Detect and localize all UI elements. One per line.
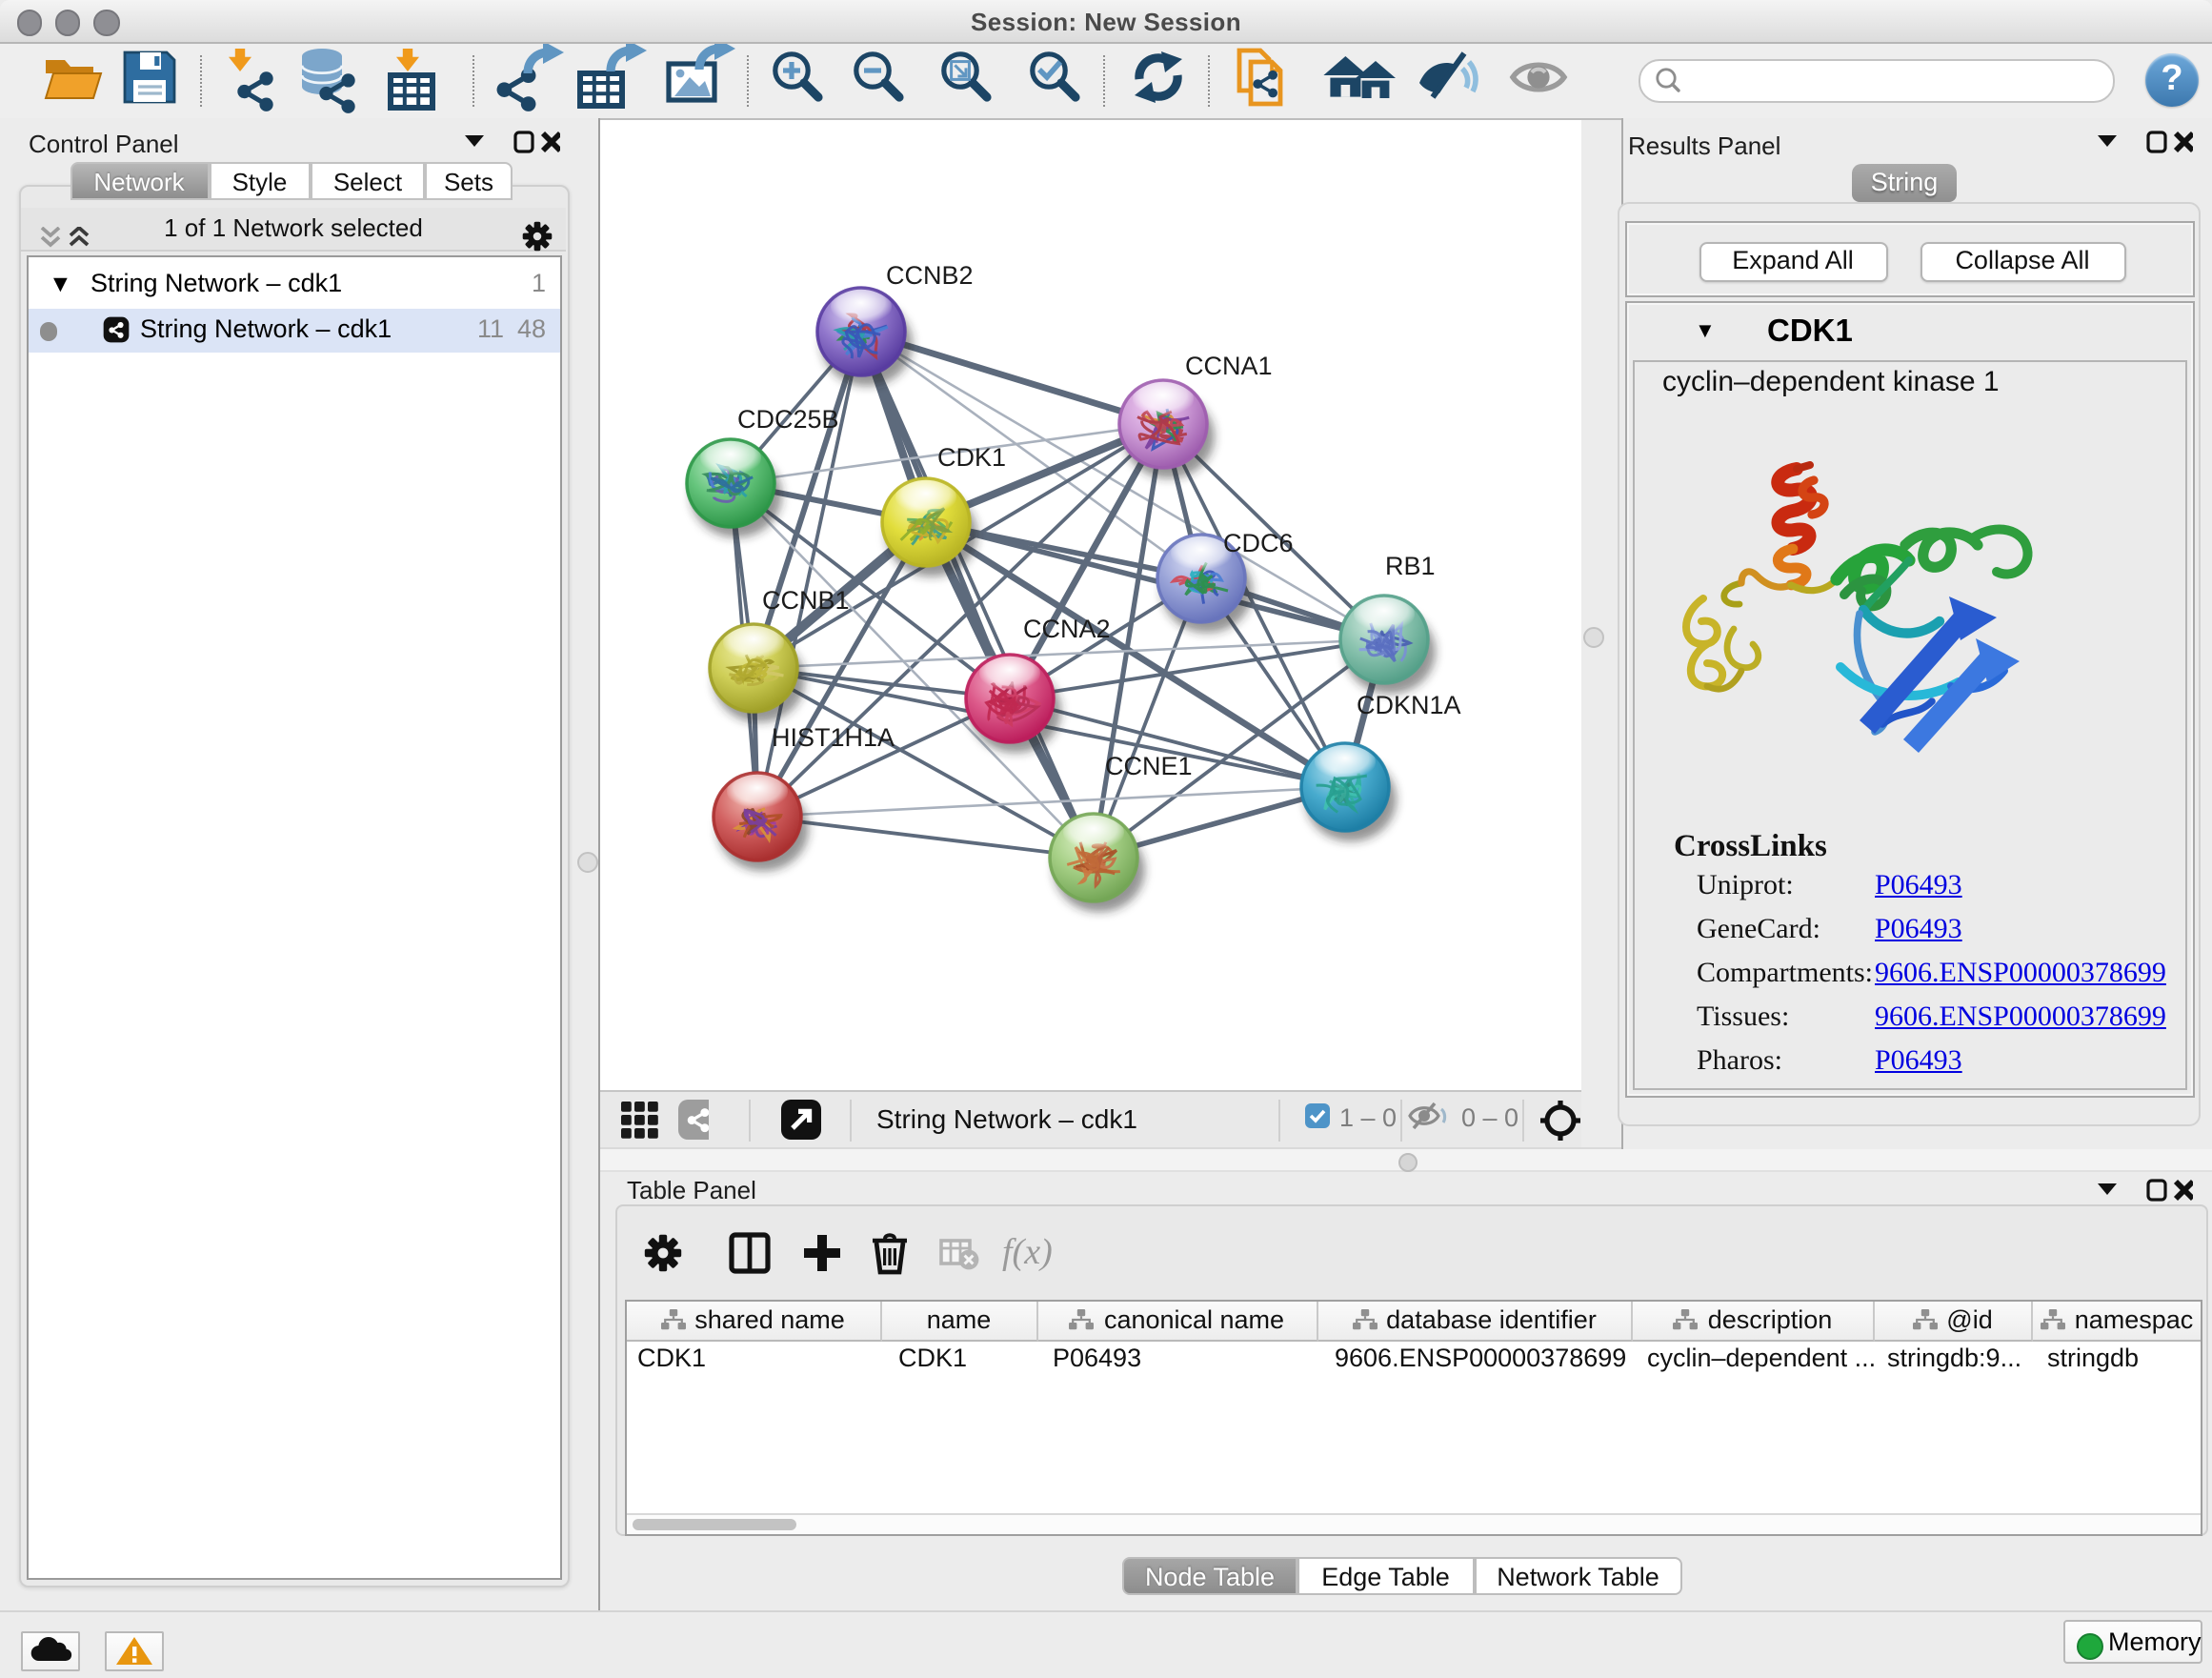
svg-text:HIST1H1A: HIST1H1A xyxy=(772,723,895,752)
svg-text:CCNE1: CCNE1 xyxy=(1105,752,1193,780)
svg-text:CCNA1: CCNA1 xyxy=(1185,352,1273,380)
svg-text:f(x): f(x) xyxy=(1001,1232,1052,1272)
svg-text:CCNB2: CCNB2 xyxy=(886,261,974,290)
svg-text:CCNB1: CCNB1 xyxy=(762,586,850,615)
svg-text:CDKN1A: CDKN1A xyxy=(1357,691,1461,719)
svg-text:CDC25B: CDC25B xyxy=(737,405,839,434)
svg-text:CCNA2: CCNA2 xyxy=(1023,615,1111,643)
svg-text:CDC6: CDC6 xyxy=(1223,529,1294,557)
svg-text:CDK1: CDK1 xyxy=(937,443,1006,472)
svg-text:RB1: RB1 xyxy=(1385,552,1436,580)
